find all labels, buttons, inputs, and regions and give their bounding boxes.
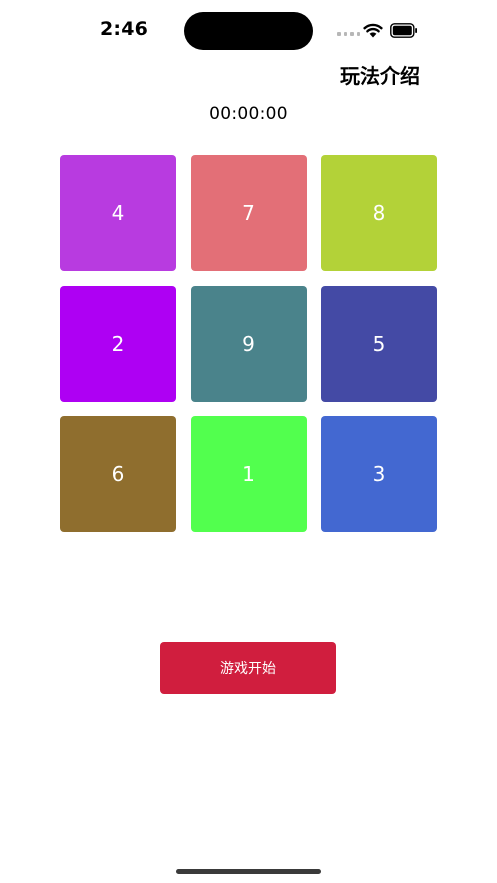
dynamic-island	[184, 12, 313, 50]
cellular-signal-icon	[337, 32, 360, 36]
puzzle-tile[interactable]: 8	[321, 155, 437, 271]
puzzle-tile[interactable]: 4	[60, 155, 176, 271]
wifi-icon	[363, 23, 383, 38]
puzzle-tile[interactable]: 5	[321, 285, 437, 402]
puzzle-grid: 4 7 8 2 9 5 6 1 3	[60, 155, 437, 532]
status-time: 2:46	[100, 18, 149, 40]
puzzle-tile[interactable]: 3	[321, 416, 437, 532]
how-to-play-button[interactable]: 玩法介绍	[340, 60, 420, 89]
start-game-button[interactable]: 游戏开始	[160, 642, 336, 694]
battery-icon	[390, 23, 417, 38]
puzzle-tile[interactable]: 6	[60, 416, 176, 532]
game-timer: 00:00:00	[209, 104, 288, 124]
puzzle-tile[interactable]: 2	[60, 285, 176, 402]
home-indicator	[176, 869, 321, 874]
puzzle-tile[interactable]: 9	[190, 285, 307, 402]
puzzle-tile[interactable]: 1	[190, 416, 307, 532]
puzzle-tile[interactable]: 7	[190, 155, 307, 271]
